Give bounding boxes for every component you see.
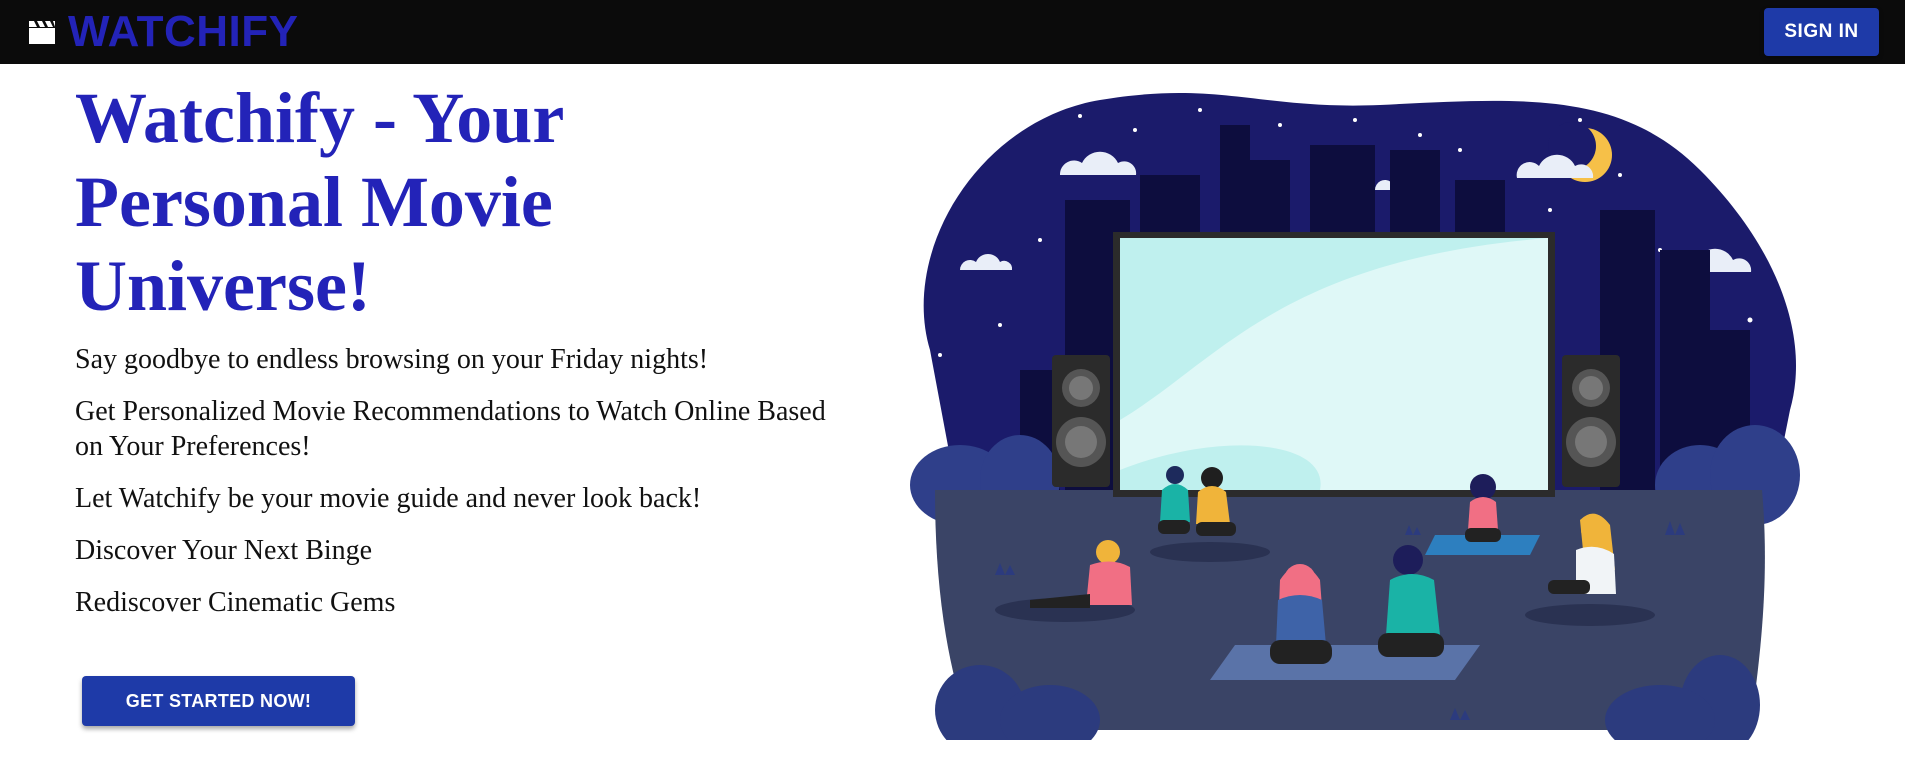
top-navbar: WATCHIFY SIGN IN — [0, 0, 1905, 64]
hero-line: Rediscover Cinematic Gems — [75, 587, 396, 618]
clapperboard-icon — [29, 21, 55, 44]
get-started-button[interactable]: GET STARTED NOW! — [82, 676, 355, 726]
person — [1465, 474, 1501, 542]
hero-title: Watchify - Your Personal Movie Universe! — [75, 78, 564, 326]
right-speaker — [1562, 355, 1620, 487]
left-speaker — [1052, 355, 1110, 487]
hero-line: Get Personalized Movie Recommendations t… — [75, 396, 826, 462]
hero-line: Let Watchify be your movie guide and nev… — [75, 483, 702, 514]
sign-in-button[interactable]: SIGN IN — [1764, 8, 1879, 56]
hero-line: Say goodbye to endless browsing on your … — [75, 344, 709, 375]
outdoor-cinema-illustration — [910, 93, 1800, 740]
brand-logo[interactable]: WATCHIFY — [28, 6, 299, 58]
hero-description: Say goodbye to endless browsing on your … — [75, 342, 855, 637]
hero-line: Discover Your Next Binge — [75, 535, 373, 566]
brand-name: WATCHIFY — [68, 7, 299, 56]
